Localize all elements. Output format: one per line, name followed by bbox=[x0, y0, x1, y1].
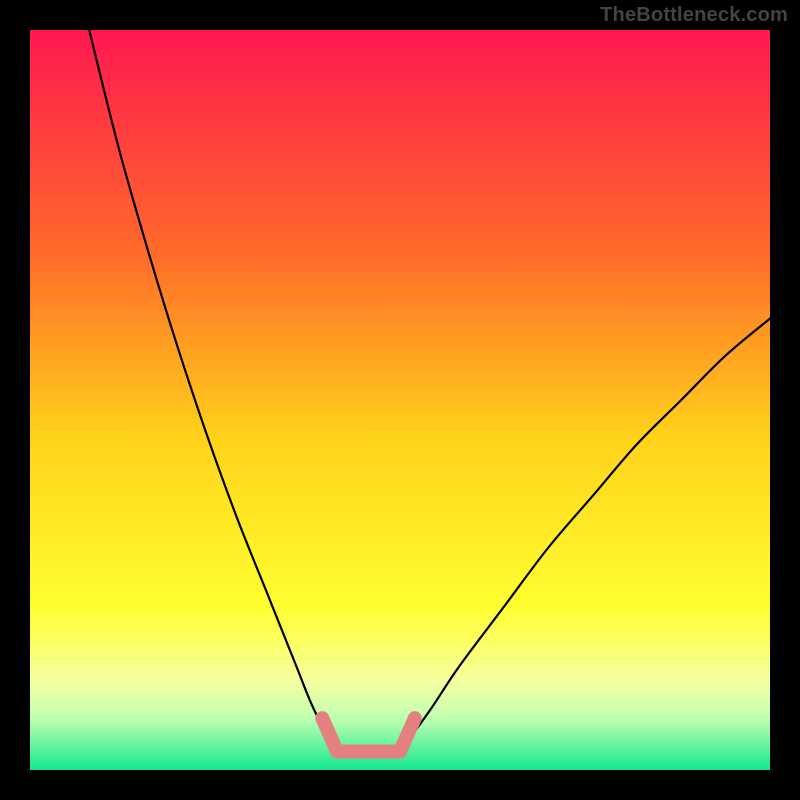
chart-svg bbox=[30, 30, 770, 770]
chart-frame: TheBottleneck.com bbox=[0, 0, 800, 800]
chart-background bbox=[30, 30, 770, 770]
chart-plot-area bbox=[30, 30, 770, 770]
watermark-text: TheBottleneck.com bbox=[600, 4, 788, 27]
